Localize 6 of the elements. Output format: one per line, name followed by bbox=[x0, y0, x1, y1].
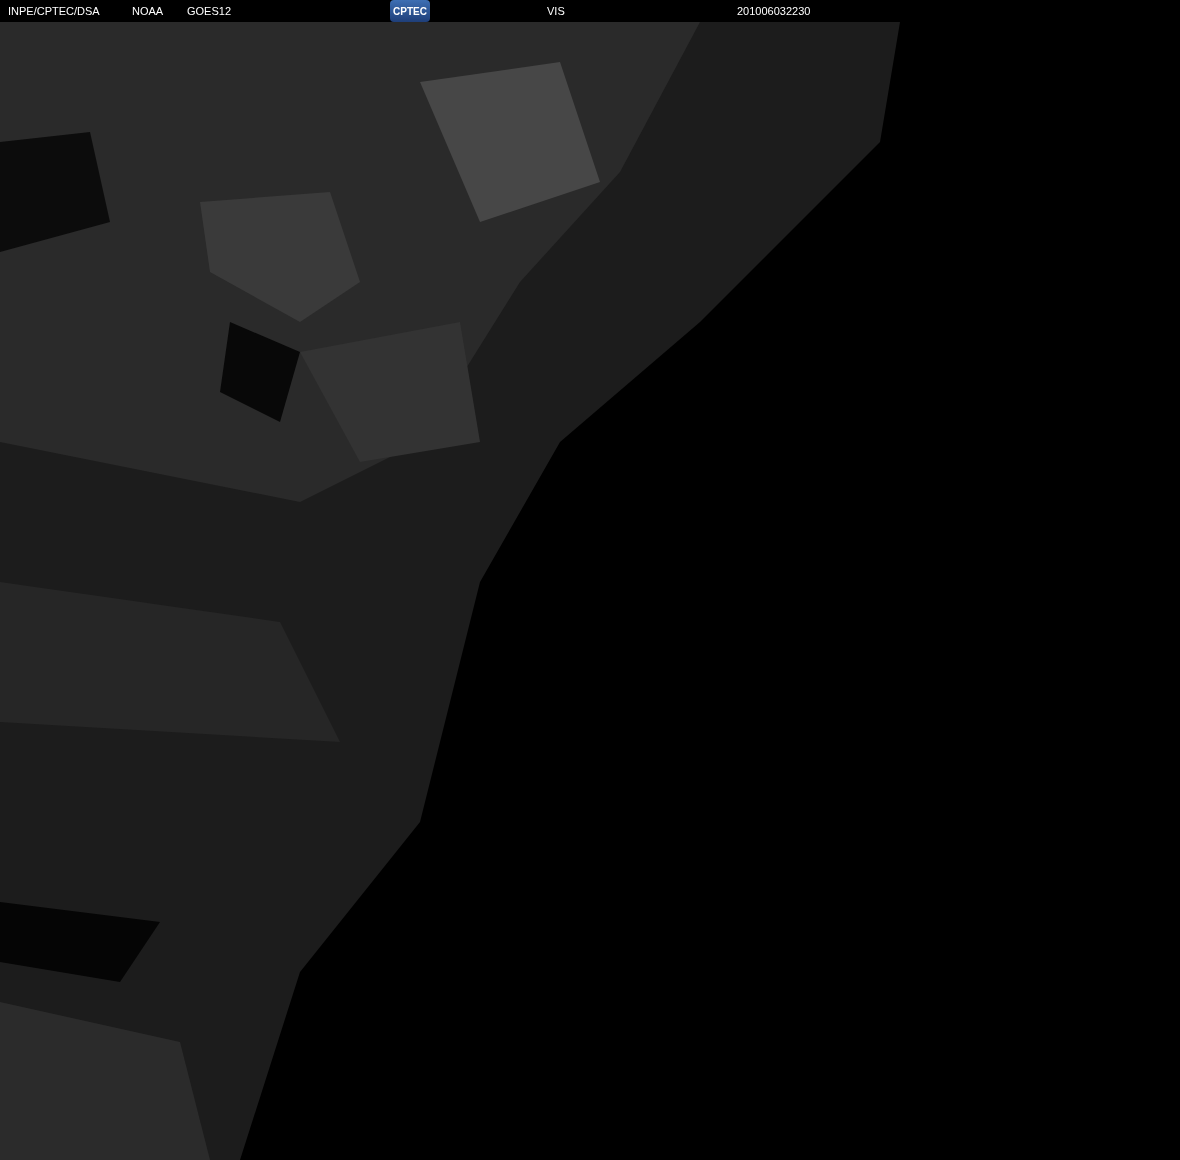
header-label: INPE/CPTEC/DSA bbox=[8, 4, 100, 17]
header-label: GOES12 bbox=[187, 4, 232, 17]
logo: CPTEC bbox=[390, 0, 430, 22]
header-label: NOAA bbox=[132, 4, 164, 17]
channel-label: VIS bbox=[547, 4, 565, 17]
timestamp: 201006032230 bbox=[737, 3, 811, 19]
